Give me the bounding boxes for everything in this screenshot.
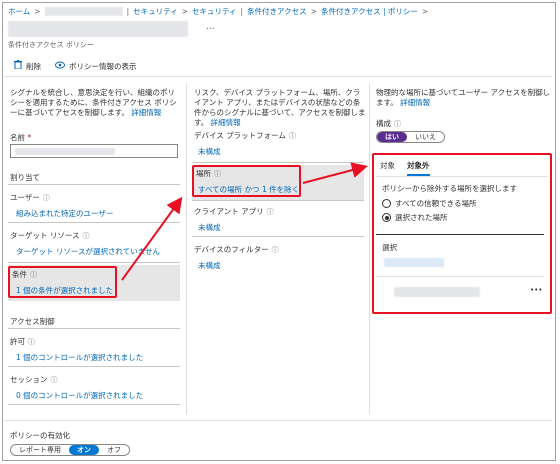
report-only-option[interactable]: レポート専用 <box>11 445 69 455</box>
enable-policy-label: ポリシーの有効化 <box>10 431 70 440</box>
enable-policy-toggle[interactable]: レポート専用 オン オフ <box>10 444 130 456</box>
off-option[interactable]: オフ <box>99 445 129 455</box>
on-option[interactable]: オン <box>69 445 99 455</box>
arrow-location-to-panel <box>302 162 368 184</box>
arrow-conditions-to-location <box>121 196 183 281</box>
footer-divider <box>4 420 552 421</box>
annotation-arrows <box>121 162 368 281</box>
